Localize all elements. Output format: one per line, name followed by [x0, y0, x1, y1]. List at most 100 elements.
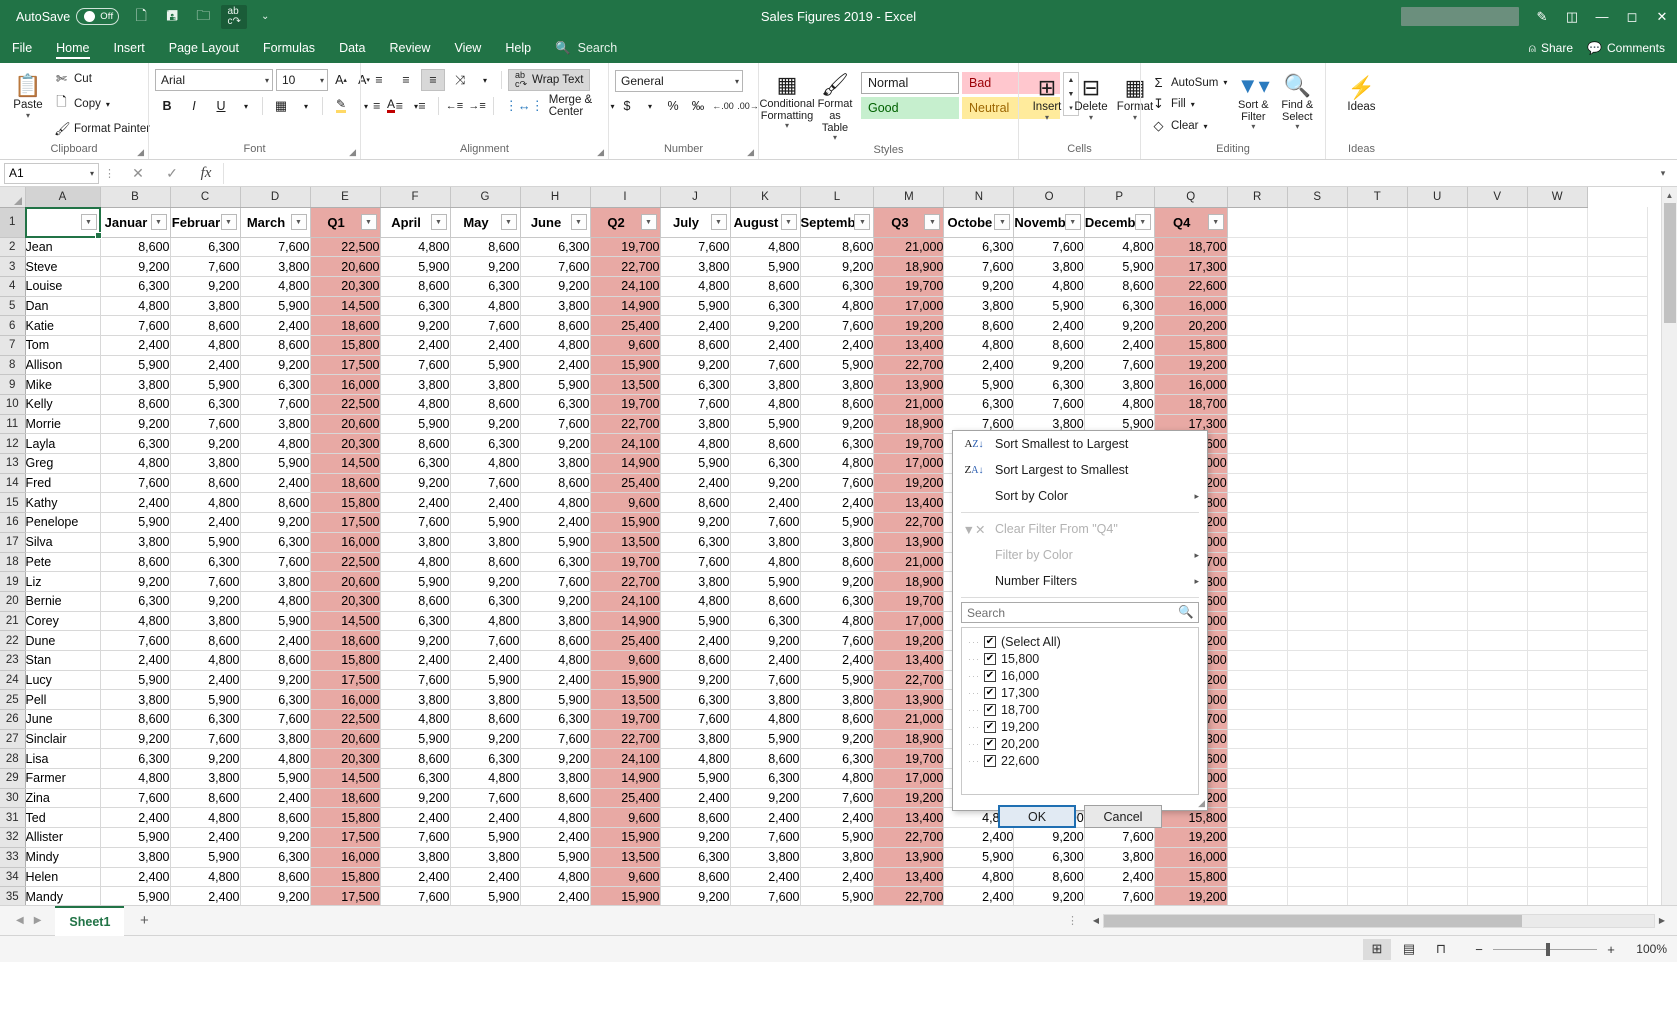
empty-cell[interactable] [1227, 807, 1288, 829]
column-header-A[interactable]: A [25, 187, 101, 208]
cell-A9[interactable]: Mike [25, 374, 101, 395]
cell-C28[interactable]: 9,200 [170, 748, 241, 770]
header-cell-C[interactable]: Februar ▼ [170, 207, 241, 238]
cell-H7[interactable]: 4,800 [520, 335, 591, 356]
cell-H9[interactable]: 5,900 [520, 374, 591, 395]
header-cell-H[interactable]: June ▼ [520, 207, 591, 238]
cell-K21[interactable]: 6,300 [730, 611, 801, 632]
cell-M29[interactable]: 17,000 [873, 768, 945, 789]
cell-B23[interactable]: 2,400 [100, 650, 171, 671]
empty-cell[interactable] [1407, 788, 1468, 809]
empty-cell[interactable] [1287, 394, 1348, 415]
cell-J2[interactable]: 7,600 [660, 237, 731, 258]
empty-cell[interactable] [1467, 689, 1528, 710]
empty-cell[interactable] [1287, 512, 1348, 533]
filter-button-K[interactable]: ▼ [780, 214, 797, 230]
cell-A26[interactable]: June [25, 709, 101, 730]
cell-M19[interactable]: 18,900 [873, 571, 945, 592]
empty-cell[interactable] [1587, 207, 1648, 238]
cell-I29[interactable]: 14,900 [590, 768, 661, 789]
cell-H16[interactable]: 2,400 [520, 512, 591, 533]
cell-J26[interactable]: 7,600 [660, 709, 731, 730]
row-header-6[interactable]: 6 [0, 315, 26, 336]
vertical-scroll-thumb[interactable] [1664, 203, 1676, 323]
cell-J28[interactable]: 4,800 [660, 748, 731, 770]
row-header-25[interactable]: 25 [0, 689, 26, 710]
zoom-level-label[interactable]: 100% [1625, 942, 1667, 956]
scroll-right-icon[interactable]: ▶ [1655, 916, 1669, 925]
cell-K6[interactable]: 9,200 [730, 315, 801, 336]
cell-P8[interactable]: 7,600 [1084, 355, 1155, 376]
empty-cell[interactable] [1527, 394, 1588, 415]
cell-K14[interactable]: 9,200 [730, 473, 801, 494]
empty-cell[interactable] [1467, 355, 1528, 376]
empty-cell[interactable] [1287, 207, 1348, 238]
cell-F26[interactable]: 4,800 [380, 709, 451, 730]
filter-button-C[interactable]: ▼ [220, 214, 237, 230]
empty-cell[interactable] [1407, 394, 1468, 415]
cell-A32[interactable]: Allister [25, 827, 101, 848]
cell-K15[interactable]: 2,400 [730, 492, 801, 514]
cell-G21[interactable]: 4,800 [450, 611, 521, 632]
formula-bar-grip[interactable]: ⋮ [99, 167, 121, 180]
cell-A35[interactable]: Mandy [25, 886, 101, 905]
empty-cell[interactable] [1407, 237, 1468, 258]
cell-E12[interactable]: 20,300 [310, 433, 381, 455]
open-folder-icon[interactable]: 🗀 [190, 5, 216, 29]
empty-cell[interactable] [1347, 433, 1408, 455]
restore-button[interactable]: ◻ [1617, 0, 1647, 33]
empty-cell[interactable] [1407, 355, 1468, 376]
cell-E13[interactable]: 14,500 [310, 453, 381, 474]
cell-O5[interactable]: 5,900 [1013, 296, 1085, 317]
cell-L14[interactable]: 7,600 [800, 473, 875, 494]
cell-G30[interactable]: 7,600 [450, 788, 521, 809]
empty-cell[interactable] [1587, 296, 1648, 317]
empty-cell[interactable] [1587, 256, 1648, 277]
empty-cell[interactable] [1407, 532, 1468, 553]
empty-cell[interactable] [1347, 886, 1408, 905]
empty-cell[interactable] [1527, 788, 1588, 809]
empty-cell[interactable] [1527, 433, 1588, 455]
find-select-button[interactable]: 🔍 Find & Select ▾ [1275, 71, 1319, 133]
cell-A22[interactable]: Dune [25, 630, 101, 651]
cell-D21[interactable]: 5,900 [240, 611, 311, 632]
insert-chevron-down-icon[interactable]: ▾ [1045, 114, 1049, 122]
empty-cell[interactable] [1347, 335, 1408, 356]
cell-N8[interactable]: 2,400 [943, 355, 1015, 376]
row-header-30[interactable]: 30 [0, 788, 26, 809]
empty-cell[interactable] [1347, 611, 1408, 632]
empty-cell[interactable] [1287, 788, 1348, 809]
cell-P10[interactable]: 4,800 [1084, 394, 1155, 415]
cell-M11[interactable]: 18,900 [873, 414, 945, 435]
empty-cell[interactable] [1407, 709, 1468, 730]
cell-M10[interactable]: 21,000 [873, 394, 945, 415]
cell-C23[interactable]: 4,800 [170, 650, 241, 671]
column-header-T[interactable]: T [1347, 187, 1408, 208]
autosum-chevron-down-icon[interactable]: ▾ [1223, 78, 1227, 87]
cell-J4[interactable]: 4,800 [660, 276, 731, 297]
empty-cell[interactable] [1587, 276, 1648, 297]
cell-L28[interactable]: 6,300 [800, 748, 875, 770]
empty-cell[interactable] [1467, 768, 1528, 789]
empty-cell[interactable] [1347, 512, 1408, 533]
cell-G11[interactable]: 9,200 [450, 414, 521, 435]
cell-M16[interactable]: 22,700 [873, 512, 945, 533]
cell-K9[interactable]: 3,800 [730, 374, 801, 395]
cell-C30[interactable]: 8,600 [170, 788, 241, 809]
cell-K4[interactable]: 8,600 [730, 276, 801, 297]
orientation-button[interactable]: ⤨ [448, 69, 472, 91]
cell-C24[interactable]: 2,400 [170, 670, 241, 691]
cell-J8[interactable]: 9,200 [660, 355, 731, 376]
column-header-C[interactable]: C [170, 187, 241, 208]
cell-style-normal[interactable]: Normal [861, 72, 959, 94]
cell-K31[interactable]: 2,400 [730, 807, 801, 829]
row-header-24[interactable]: 24 [0, 670, 26, 691]
fill-color-button[interactable]: ✎ [329, 95, 353, 117]
filter-button-J[interactable]: ▼ [710, 214, 727, 230]
empty-cell[interactable] [1467, 335, 1528, 356]
cell-B30[interactable]: 7,600 [100, 788, 171, 809]
formula-input[interactable] [223, 162, 1653, 184]
cell-L19[interactable]: 9,200 [800, 571, 875, 592]
cell-H31[interactable]: 4,800 [520, 807, 591, 829]
empty-cell[interactable] [1287, 355, 1348, 376]
